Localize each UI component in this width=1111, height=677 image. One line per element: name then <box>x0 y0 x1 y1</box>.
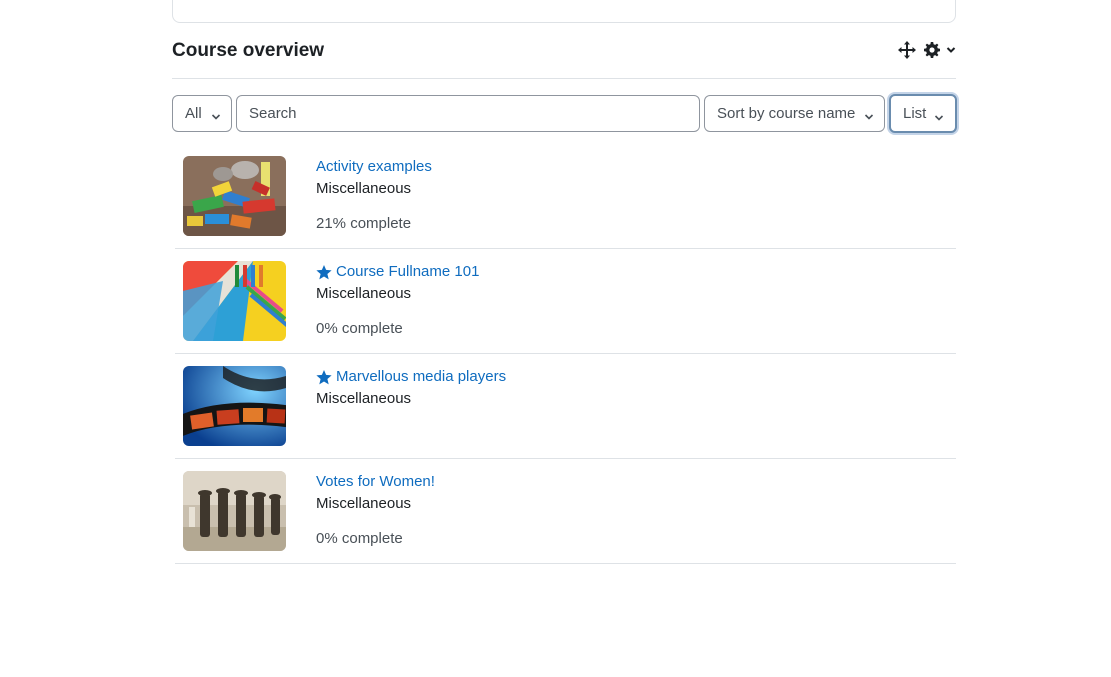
course-category: Miscellaneous <box>316 495 412 512</box>
course-title-link[interactable]: Votes for Women! <box>316 473 435 491</box>
course-image-film-strip[interactable] <box>183 366 286 446</box>
course-info: Marvellous media players Miscellaneous <box>316 368 506 408</box>
course-title-link[interactable]: Course Fullname 101 <box>316 263 479 281</box>
course-title-link[interactable]: Marvellous media players <box>316 368 506 386</box>
course-image-suffragettes-photo[interactable] <box>183 471 286 551</box>
course-item: Votes for Women! Miscellaneous 0% comple… <box>175 459 956 564</box>
star-icon <box>316 264 332 280</box>
course-list: Activity examples Miscellaneous 21% comp… <box>175 144 956 564</box>
course-category: Miscellaneous <box>316 180 412 197</box>
block-title: Course overview <box>172 40 325 61</box>
course-title: Course Fullname 101 <box>336 263 480 280</box>
course-item: Marvellous media players Miscellaneous <box>175 354 956 459</box>
course-progress: 0% complete <box>316 530 403 547</box>
course-info: Course Fullname 101 Miscellaneous 0% com… <box>316 263 479 338</box>
course-progress: 0% complete <box>316 320 403 337</box>
block-actions <box>898 40 956 60</box>
course-title: Marvellous media players <box>336 368 507 385</box>
block-actions-menu[interactable] <box>924 42 956 58</box>
course-item: Course Fullname 101 Miscellaneous 0% com… <box>175 249 956 354</box>
course-filters: All Sort by course name List <box>172 94 957 133</box>
course-title-link[interactable]: Activity examples <box>316 158 432 176</box>
grouping-label: All <box>185 105 202 122</box>
view-label: List <box>903 105 927 122</box>
course-title: Activity examples <box>316 158 432 175</box>
course-image-building-blocks[interactable] <box>183 156 286 236</box>
course-overview-header: Course overview <box>172 38 956 79</box>
course-category: Miscellaneous <box>316 285 412 302</box>
chevron-down-icon <box>864 108 874 125</box>
move-icon[interactable] <box>898 41 916 59</box>
course-image-stationery[interactable] <box>183 261 286 341</box>
sort-dropdown[interactable]: Sort by course name <box>704 95 885 132</box>
chevron-down-icon <box>946 46 956 54</box>
course-category: Miscellaneous <box>316 390 412 407</box>
gear-icon <box>924 42 940 58</box>
view-dropdown[interactable]: List <box>889 94 957 133</box>
course-progress: 21% complete <box>316 215 412 232</box>
course-info: Votes for Women! Miscellaneous 0% comple… <box>316 473 435 548</box>
course-item: Activity examples Miscellaneous 21% comp… <box>175 144 956 249</box>
course-info: Activity examples Miscellaneous 21% comp… <box>316 158 432 233</box>
sort-label: Sort by course name <box>717 105 856 122</box>
chevron-down-icon <box>211 108 221 125</box>
previous-block-bottom <box>172 0 956 23</box>
search-input[interactable] <box>236 95 700 132</box>
grouping-dropdown[interactable]: All <box>172 95 232 132</box>
chevron-down-icon <box>934 109 944 126</box>
course-title: Votes for Women! <box>316 473 435 490</box>
star-icon <box>316 369 332 385</box>
